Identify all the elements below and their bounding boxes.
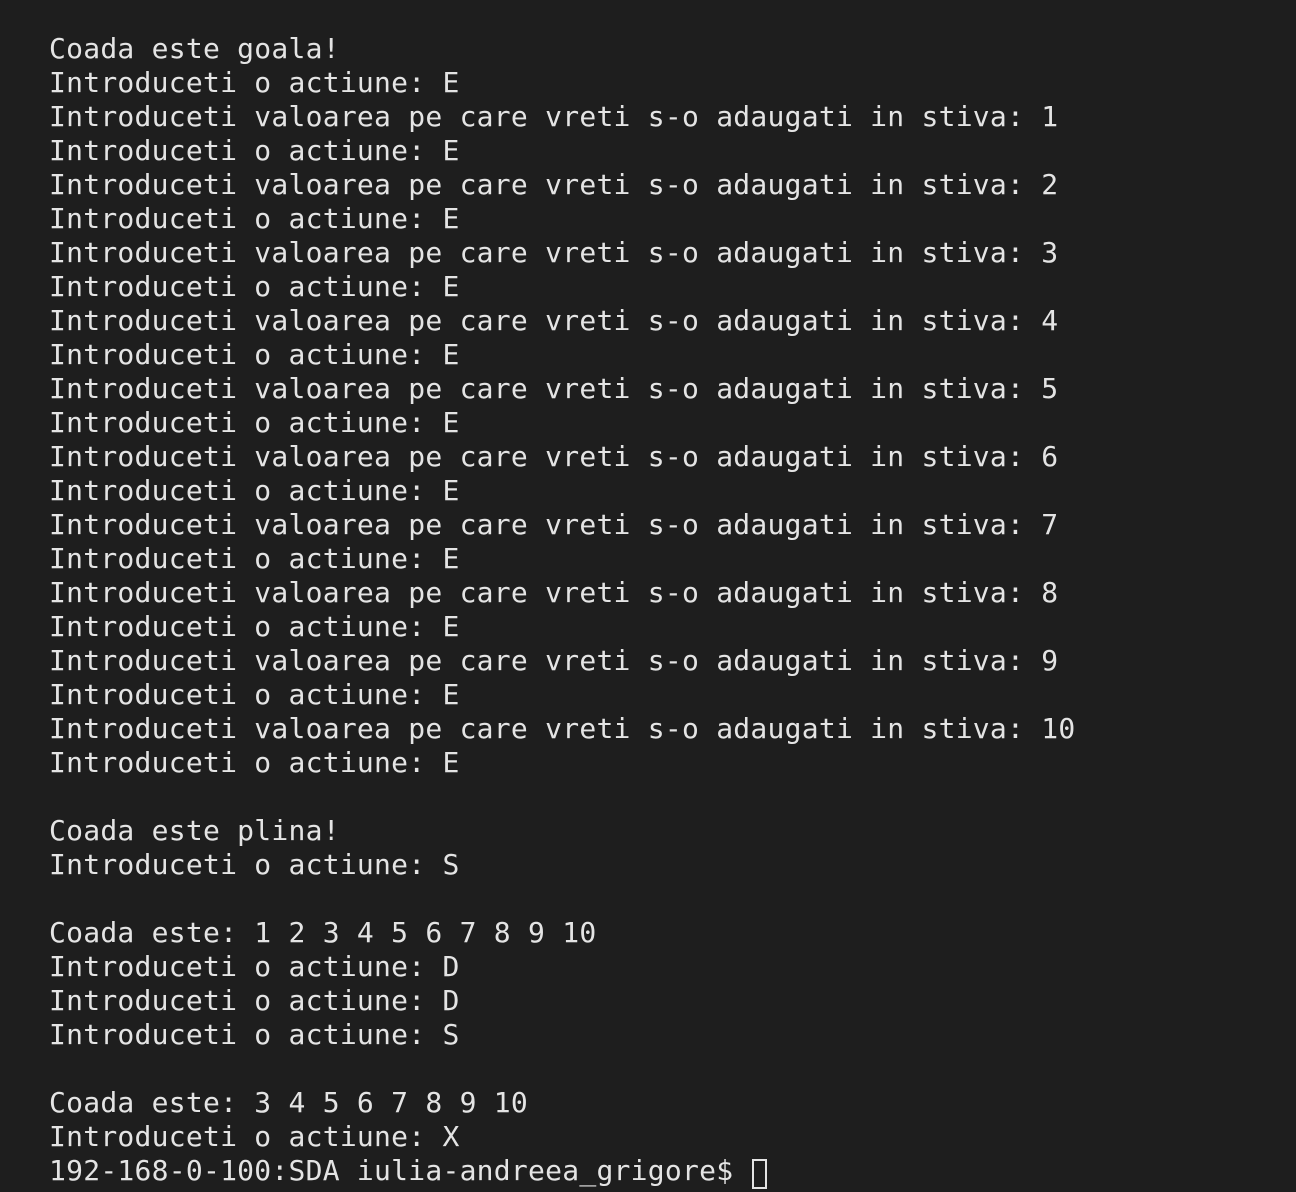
output-line: Introduceti o actiune: E (49, 542, 460, 575)
terminal-window[interactable]: Coada este goala! Introduceti o actiune: … (0, 0, 1296, 1192)
output-line: Coada este: 3 4 5 6 7 8 9 10 (49, 1086, 529, 1119)
output-line: Introduceti o actiune: E (49, 746, 460, 779)
output-line: Introduceti valoarea pe care vreti s-o a… (49, 576, 1059, 609)
output-line: Coada este plina! (49, 814, 340, 847)
output-line: Introduceti valoarea pe care vreti s-o a… (49, 236, 1059, 269)
output-line: Introduceti o actiune: D (49, 950, 460, 983)
output-line: Introduceti o actiune: E (49, 406, 460, 439)
output-line: Coada este: 1 2 3 4 5 6 7 8 9 10 (49, 916, 597, 949)
output-line: Introduceti valoarea pe care vreti s-o a… (49, 440, 1059, 473)
output-line: Introduceti o actiune: S (49, 848, 460, 881)
output-line: Coada este goala! (49, 32, 340, 65)
output-line: Introduceti o actiune: E (49, 610, 460, 643)
shell-prompt-line[interactable]: 192-168-0-100:SDA iulia-andreea_grigore$ (49, 1154, 1296, 1189)
output-line: Introduceti valoarea pe care vreti s-o a… (49, 100, 1059, 133)
output-line: Introduceti valoarea pe care vreti s-o a… (49, 508, 1059, 541)
output-line: Introduceti o actiune: E (49, 66, 460, 99)
output-line: Introduceti valoarea pe care vreti s-o a… (49, 168, 1059, 201)
output-line: Introduceti o actiune: X (49, 1120, 460, 1153)
output-line: Introduceti o actiune: S (49, 1018, 460, 1051)
output-line: Introduceti valoarea pe care vreti s-o a… (49, 372, 1059, 405)
output-line: Introduceti o actiune: E (49, 202, 460, 235)
output-line: Introduceti valoarea pe care vreti s-o a… (49, 712, 1076, 745)
output-line: Introduceti o actiune: D (49, 984, 460, 1017)
output-line: Introduceti o actiune: E (49, 474, 460, 507)
output-line: Introduceti o actiune: E (49, 678, 460, 711)
shell-prompt: 192-168-0-100:SDA iulia-andreea_grigore$ (49, 1154, 751, 1187)
output-line: Introduceti valoarea pe care vreti s-o a… (49, 644, 1059, 677)
output-line: Introduceti o actiune: E (49, 270, 460, 303)
output-line: Introduceti o actiune: E (49, 134, 460, 167)
output-line: Introduceti valoarea pe care vreti s-o a… (49, 304, 1059, 337)
terminal-output: Coada este goala! Introduceti o actiune: … (49, 32, 1296, 1154)
text-cursor (752, 1159, 768, 1189)
output-line: Introduceti o actiune: E (49, 338, 460, 371)
